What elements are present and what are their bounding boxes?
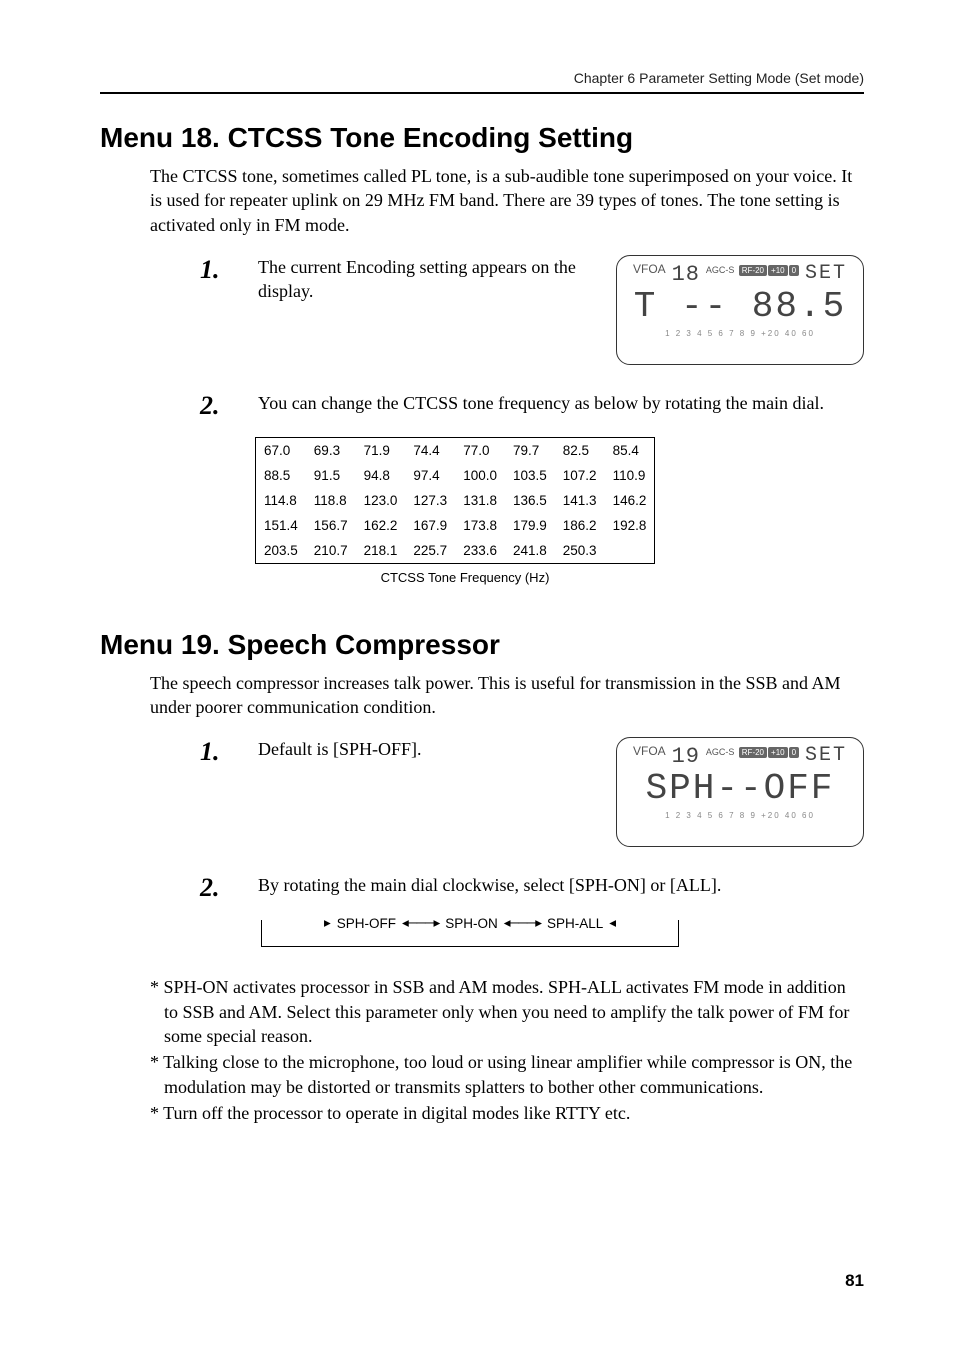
vfo-label: VFOA bbox=[633, 262, 666, 276]
tone-cell: 250.3 bbox=[555, 538, 605, 564]
menu18-step1-text: The current Encoding setting appears on … bbox=[258, 255, 588, 304]
note-1: * SPH-ON activates processor in SSB and … bbox=[150, 975, 864, 1048]
tone-cell: 103.5 bbox=[505, 463, 555, 488]
menu19-step1-text: Default is [SPH-OFF]. bbox=[258, 737, 588, 761]
tone-cell: 203.5 bbox=[256, 538, 306, 564]
display-set: SET bbox=[805, 744, 847, 767]
page-number: 81 bbox=[845, 1271, 864, 1291]
display-menu-no: 18 bbox=[672, 262, 700, 287]
menu18-title: Menu 18. CTCSS Tone Encoding Setting bbox=[100, 122, 864, 154]
display-main: SPH--OFF bbox=[627, 771, 853, 807]
tone-cell: 186.2 bbox=[555, 513, 605, 538]
tone-cell: 141.3 bbox=[555, 488, 605, 513]
tone-cell: 118.8 bbox=[306, 488, 356, 513]
tone-cell: 225.7 bbox=[405, 538, 455, 564]
tone-cell: 97.4 bbox=[405, 463, 455, 488]
cycle-opt-1: SPH-ON bbox=[445, 916, 498, 931]
menu18-tone-caption: CTCSS Tone Frequency (Hz) bbox=[255, 570, 675, 585]
tone-cell: 77.0 bbox=[455, 437, 505, 463]
menu19-cycle-diagram: ▸ SPH-OFF ◂───▸ SPH-ON ◂───▸ SPH-ALL ◂ bbox=[255, 907, 685, 953]
menu18-tone-table: 67.069.371.974.477.079.782.585.488.591.5… bbox=[255, 437, 655, 564]
tone-cell: 136.5 bbox=[505, 488, 555, 513]
tone-cell: 173.8 bbox=[455, 513, 505, 538]
tone-cell: 110.9 bbox=[605, 463, 655, 488]
table-row: 114.8118.8123.0127.3131.8136.5141.3146.2 bbox=[256, 488, 655, 513]
tone-cell bbox=[605, 538, 655, 564]
tone-tbody: 67.069.371.974.477.079.782.585.488.591.5… bbox=[256, 437, 655, 563]
cycle-opt-2: SPH-ALL bbox=[547, 916, 603, 931]
tone-cell: 123.0 bbox=[356, 488, 406, 513]
display-scale: 1 2 3 4 5 6 7 8 9 +20 40 60 bbox=[627, 811, 853, 820]
tone-cell: 74.4 bbox=[405, 437, 455, 463]
tone-cell: 67.0 bbox=[256, 437, 306, 463]
tone-cell: 79.7 bbox=[505, 437, 555, 463]
tone-cell: 151.4 bbox=[256, 513, 306, 538]
menu18-step2-num: 2. bbox=[200, 391, 230, 419]
tone-cell: 241.8 bbox=[505, 538, 555, 564]
table-row: 203.5210.7218.1225.7233.6241.8250.3 bbox=[256, 538, 655, 564]
tone-cell: 156.7 bbox=[306, 513, 356, 538]
menu19-title: Menu 19. Speech Compressor bbox=[100, 629, 864, 661]
tone-cell: 100.0 bbox=[455, 463, 505, 488]
menu19-intro: The speech compressor increases talk pow… bbox=[150, 671, 864, 720]
tone-cell: 210.7 bbox=[306, 538, 356, 564]
display-icons: AGC-S RF-20+100 bbox=[706, 744, 799, 758]
display-scale: 1 2 3 4 5 6 7 8 9 +20 40 60 bbox=[627, 329, 853, 338]
menu18-step1-num: 1. bbox=[200, 255, 230, 283]
display-icons: AGC-S RF-20+100 bbox=[706, 262, 799, 276]
table-row: 151.4156.7162.2167.9173.8179.9186.2192.8 bbox=[256, 513, 655, 538]
tone-cell: 146.2 bbox=[605, 488, 655, 513]
tone-cell: 167.9 bbox=[405, 513, 455, 538]
menu18-display: VFOA 18 AGC-S RF-20+100 SET T -- 88.5 1 … bbox=[616, 255, 864, 365]
menu19-step2-text: By rotating the main dial clockwise, sel… bbox=[258, 873, 864, 897]
tone-cell: 127.3 bbox=[405, 488, 455, 513]
tone-cell: 131.8 bbox=[455, 488, 505, 513]
tone-cell: 233.6 bbox=[455, 538, 505, 564]
note-3: * Turn off the processor to operate in d… bbox=[150, 1101, 864, 1125]
menu18-intro: The CTCSS tone, sometimes called PL tone… bbox=[150, 164, 864, 237]
tone-cell: 71.9 bbox=[356, 437, 406, 463]
note-2: * Talking close to the microphone, too l… bbox=[150, 1050, 864, 1099]
tone-cell: 69.3 bbox=[306, 437, 356, 463]
tone-cell: 192.8 bbox=[605, 513, 655, 538]
tone-cell: 114.8 bbox=[256, 488, 306, 513]
tone-cell: 179.9 bbox=[505, 513, 555, 538]
menu19-step1-num: 1. bbox=[200, 737, 230, 765]
table-row: 88.591.594.897.4100.0103.5107.2110.9 bbox=[256, 463, 655, 488]
tone-cell: 91.5 bbox=[306, 463, 356, 488]
tone-cell: 85.4 bbox=[605, 437, 655, 463]
display-set: SET bbox=[805, 262, 847, 285]
tone-cell: 88.5 bbox=[256, 463, 306, 488]
vfo-label: VFOA bbox=[633, 744, 666, 758]
display-menu-no: 19 bbox=[672, 744, 700, 769]
menu18-step2-text: You can change the CTCSS tone frequency … bbox=[258, 391, 864, 415]
cycle-opt-0: SPH-OFF bbox=[337, 916, 396, 931]
tone-cell: 94.8 bbox=[356, 463, 406, 488]
table-row: 67.069.371.974.477.079.782.585.4 bbox=[256, 437, 655, 463]
tone-cell: 162.2 bbox=[356, 513, 406, 538]
menu19-display: VFOA 19 AGC-S RF-20+100 SET SPH--OFF 1 2… bbox=[616, 737, 864, 847]
tone-cell: 218.1 bbox=[356, 538, 406, 564]
tone-cell: 107.2 bbox=[555, 463, 605, 488]
menu19-notes: * SPH-ON activates processor in SSB and … bbox=[150, 975, 864, 1125]
menu19-step2-num: 2. bbox=[200, 873, 230, 901]
display-main: T -- 88.5 bbox=[627, 289, 853, 325]
tone-cell: 82.5 bbox=[555, 437, 605, 463]
running-head: Chapter 6 Parameter Setting Mode (Set mo… bbox=[100, 70, 864, 94]
